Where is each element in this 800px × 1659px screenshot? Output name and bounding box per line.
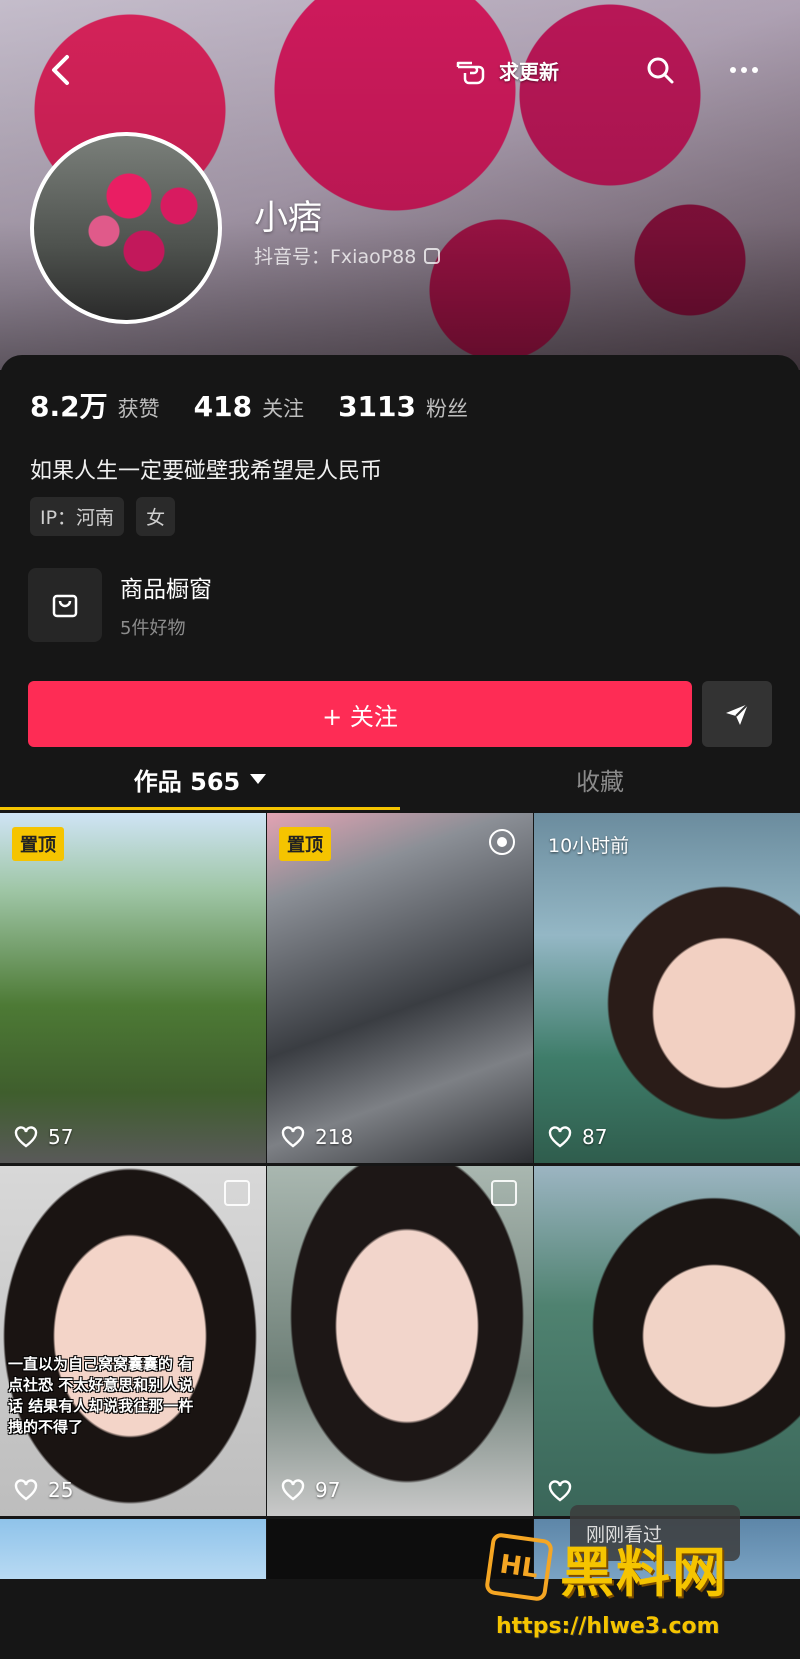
watermark-logo-icon: HL xyxy=(483,1531,555,1603)
stat-likes-label: 获赞 xyxy=(117,397,160,421)
video-tile[interactable] xyxy=(0,1519,266,1579)
shop-text: 商品橱窗 5件好物 xyxy=(120,570,212,640)
site-watermark: HL 黑料网 https://hlwe3.com xyxy=(483,1528,788,1648)
stat-followers-value: 3113 xyxy=(338,390,416,423)
caret-down-icon xyxy=(250,774,267,784)
stat-followers[interactable]: 3113 粉丝 xyxy=(338,390,468,423)
copy-icon[interactable] xyxy=(424,247,441,264)
stat-following-value: 418 xyxy=(193,390,253,423)
heart-icon xyxy=(548,1126,572,1148)
image-set-icon xyxy=(224,1180,250,1206)
image-set-icon xyxy=(491,1180,517,1206)
bio-text: 如果人生一定要碰壁我希望是人民币 xyxy=(30,459,383,484)
like-count: 57 xyxy=(48,1125,74,1149)
like-count: 97 xyxy=(315,1478,341,1502)
tab-indicator xyxy=(0,807,400,810)
stat-following-label: 关注 xyxy=(262,397,305,421)
search-button[interactable] xyxy=(640,50,680,90)
content-tabs: 作品 565 收藏 xyxy=(0,745,800,813)
avatar[interactable] xyxy=(30,132,222,324)
tile-likes: 57 xyxy=(14,1125,73,1149)
pointing-hand-icon xyxy=(456,61,485,85)
paper-plane-icon xyxy=(726,703,749,725)
video-tile[interactable]: 10小时前 87 xyxy=(534,813,800,1163)
pinned-badge: 置顶 xyxy=(279,827,331,861)
shop-window[interactable]: 商品橱窗 5件好物 xyxy=(28,568,212,642)
stat-likes[interactable]: 8.2万 获赞 xyxy=(30,385,160,425)
douyin-id-text: 抖音号：FxiaoP88 xyxy=(254,246,417,268)
watermark-text: 黑料网 xyxy=(560,1541,728,1604)
back-button[interactable] xyxy=(40,50,80,90)
request-update-label: 求更新 xyxy=(499,59,559,84)
stat-likes-value: 8.2万 xyxy=(30,390,108,423)
heart-icon xyxy=(281,1479,305,1501)
follow-button[interactable]: + 关注 xyxy=(28,681,692,747)
watermark-url: https://hlwe3.com xyxy=(496,1614,720,1639)
send-message-button[interactable] xyxy=(702,681,772,747)
shop-icon-box xyxy=(28,568,102,642)
tile-likes: 25 xyxy=(14,1478,73,1502)
profile-tags: IP：河南 女 xyxy=(30,497,176,536)
profile-card: 8.2万 获赞 418 关注 3113 粉丝 如果人生一定要碰壁我希望是人民币 … xyxy=(0,355,800,1659)
like-count: 25 xyxy=(48,1478,74,1502)
tile-likes: 87 xyxy=(548,1125,607,1149)
more-dots-icon xyxy=(730,67,736,73)
pinned-badge: 置顶 xyxy=(12,827,64,861)
tile-likes: 97 xyxy=(281,1478,340,1502)
video-tile[interactable]: 置顶 57 xyxy=(0,813,266,1163)
heart-icon xyxy=(281,1126,305,1148)
shopping-bag-icon xyxy=(52,594,78,618)
like-count: 218 xyxy=(315,1125,354,1149)
tile-likes: 218 xyxy=(281,1125,353,1149)
stat-following[interactable]: 418 关注 xyxy=(194,390,304,423)
live-photo-icon xyxy=(489,829,515,855)
request-update-button[interactable]: 求更新 xyxy=(455,48,559,92)
nickname: 小痞 xyxy=(254,198,322,238)
heart-icon xyxy=(14,1479,38,1501)
heart-icon xyxy=(14,1126,38,1148)
video-tile[interactable]: 置顶 218 xyxy=(267,813,533,1163)
shop-title: 商品橱窗 xyxy=(120,577,212,603)
stats-row: 8.2万 获赞 418 关注 3113 粉丝 xyxy=(30,385,468,425)
tag-gender: 女 xyxy=(136,497,176,536)
video-tile[interactable]: 97 xyxy=(267,1166,533,1516)
video-grid: 置顶 57 置顶 218 10小时前 87 一直以为自己窝窝囊囊的 有点社恐 不… xyxy=(0,813,800,1579)
tile-likes xyxy=(548,1480,582,1502)
video-caption: 一直以为自己窝窝囊囊的 有点社恐 不太好意思和别人说话 结果有人却说我往那一杵拽… xyxy=(8,1355,194,1436)
tab-favorites[interactable]: 收藏 xyxy=(400,745,800,813)
post-time: 10小时前 xyxy=(548,835,630,857)
tag-ip: IP：河南 xyxy=(30,497,125,536)
shop-subtitle: 5件好物 xyxy=(120,618,186,639)
heart-icon xyxy=(548,1480,572,1502)
chevron-left-icon xyxy=(52,55,69,85)
stat-followers-label: 粉丝 xyxy=(426,397,468,421)
like-count: 87 xyxy=(582,1125,608,1149)
video-tile[interactable] xyxy=(534,1166,800,1516)
tab-works-label: 作品 565 xyxy=(133,767,241,796)
more-options-button[interactable] xyxy=(722,50,766,90)
tab-works[interactable]: 作品 565 xyxy=(0,745,400,813)
douyin-id: 抖音号：FxiaoP88 xyxy=(254,242,441,269)
video-tile[interactable]: 一直以为自己窝窝囊囊的 有点社恐 不太好意思和别人说话 结果有人却说我往那一杵拽… xyxy=(0,1166,266,1516)
top-bar: 求更新 xyxy=(0,40,800,100)
search-icon xyxy=(647,57,674,84)
